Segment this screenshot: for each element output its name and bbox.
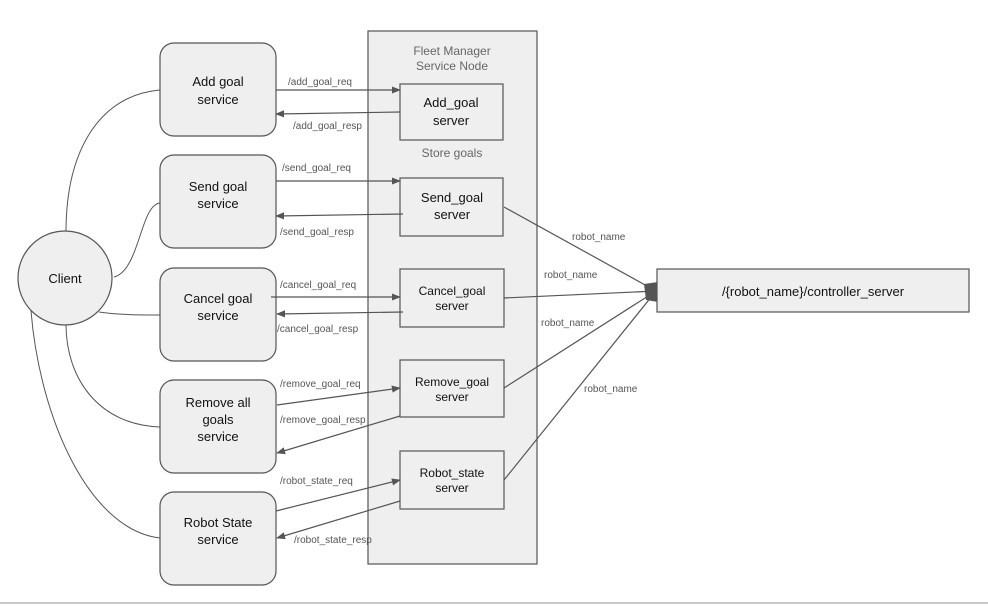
architecture-diagram: Fleet Manager Service Node Store goals C… — [17, 30, 970, 586]
service-remove[interactable]: Remove all goals service — [159, 379, 277, 474]
controller-edge-label-2: robot_name — [544, 270, 598, 281]
add-resp-label: /add_goal_resp — [293, 121, 362, 132]
service-cancel[interactable]: Cancel goal service — [159, 267, 277, 362]
server-remove[interactable]: Remove_goal server — [399, 359, 505, 418]
controller-server-node[interactable]: /{robot_name}/controller_server — [656, 268, 970, 313]
server-cancel-label-1: Cancel_goal — [419, 284, 486, 298]
service-cancel-label-1: Cancel goal — [184, 291, 253, 306]
controller-arrowhead — [644, 282, 658, 302]
server-send-label-1: Send_goal — [421, 190, 483, 205]
client-node[interactable]: Client — [17, 230, 113, 326]
state-resp-label: /robot_state_resp — [294, 535, 372, 546]
controller-edge-label-4: robot_name — [584, 384, 638, 395]
server-add-label-1: Add_goal — [424, 95, 479, 110]
service-state-label-1: Robot State — [184, 515, 253, 530]
service-remove-label-2: goals — [202, 412, 234, 427]
remove-resp-label: /remove_goal_resp — [280, 415, 366, 426]
group-title-line-2: Service Node — [416, 59, 488, 73]
server-remove-label-2: server — [435, 390, 468, 404]
send-req-label: /send_goal_req — [282, 163, 351, 174]
server-send[interactable]: Send_goal server — [399, 177, 504, 237]
group-note: Store goals — [422, 146, 483, 160]
controller-server-label: /{robot_name}/controller_server — [722, 284, 905, 299]
server-state[interactable]: Robot_state server — [399, 450, 505, 510]
client-to-add-connector — [65, 89, 161, 233]
service-remove-label-1: Remove all — [185, 395, 250, 410]
server-cancel-label-2: server — [435, 299, 468, 313]
service-remove-label-3: service — [197, 429, 238, 444]
service-add[interactable]: Add goal service — [159, 42, 277, 137]
state-req-label: /robot_state_req — [280, 476, 353, 487]
server-state-label-1: Robot_state — [420, 466, 485, 480]
remove-req-label: /remove_goal_req — [280, 379, 361, 390]
group-title-line-1: Fleet Manager — [413, 44, 490, 58]
server-cancel[interactable]: Cancel_goal server — [399, 268, 505, 328]
server-remove-label-1: Remove_goal — [415, 375, 489, 389]
controller-edge-label-1: robot_name — [572, 232, 626, 243]
send-resp-label: /send_goal_resp — [280, 227, 354, 238]
service-add-label-2: service — [197, 92, 238, 107]
client-to-send-connector — [113, 202, 161, 278]
service-add-label-1: Add goal — [192, 74, 243, 89]
client-label: Client — [48, 271, 82, 286]
client-to-cancel-connector — [98, 311, 161, 316]
server-state-label-2: server — [435, 481, 468, 495]
bottom-divider — [0, 602, 988, 604]
controller-edge-label-3: robot_name — [541, 318, 595, 329]
service-state[interactable]: Robot State service — [159, 491, 277, 586]
service-state-label-2: service — [197, 532, 238, 547]
server-send-label-2: server — [434, 207, 471, 222]
server-add-label-2: server — [433, 113, 470, 128]
client-to-remove-connector — [65, 323, 161, 428]
service-send-label-2: service — [197, 196, 238, 211]
service-cancel-label-2: service — [197, 308, 238, 323]
service-send-label-1: Send goal — [189, 179, 248, 194]
server-add[interactable]: Add_goal server — [399, 83, 504, 141]
add-req-label: /add_goal_req — [288, 77, 352, 88]
service-send[interactable]: Send goal service — [159, 154, 277, 249]
cancel-resp-label: /cancel_goal_resp — [277, 324, 359, 335]
cancel-req-label: /cancel_goal_req — [280, 280, 356, 291]
